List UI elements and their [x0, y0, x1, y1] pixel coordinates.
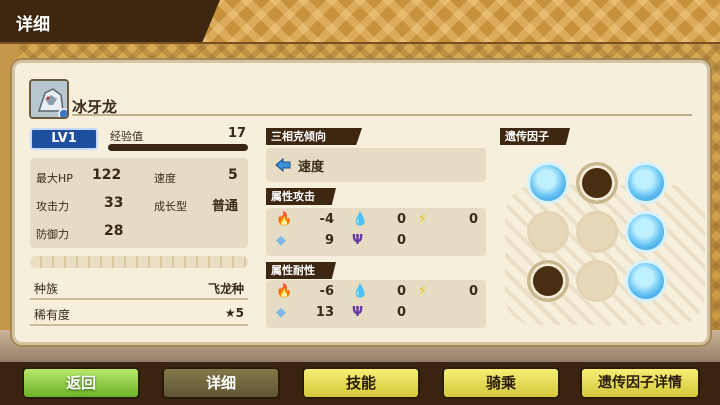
gene-header: 遗传因子 [500, 128, 570, 145]
ride-tab-button[interactable]: 骑乘 [442, 367, 560, 399]
rarity-label: 稀有度 [34, 308, 71, 322]
gene-slot-blue[interactable] [625, 211, 667, 253]
gene-slot-brown[interactable] [527, 260, 569, 302]
back-button[interactable]: 返回 [22, 367, 140, 399]
atk-label: 攻击力 [36, 200, 69, 213]
monster-avatar [29, 79, 69, 119]
gene-slot-empty[interactable] [576, 211, 618, 253]
def-value: 28 [104, 223, 124, 239]
speed-value: 5 [228, 167, 238, 183]
ice-icon: ◆ [276, 233, 286, 248]
resist-dragon: 0 [396, 305, 406, 320]
speed-label: 速度 [154, 172, 176, 185]
resist-fire: -6 [319, 284, 334, 299]
monster-portrait-icon [31, 81, 67, 117]
elem-attack-header: 属性攻击 [266, 188, 336, 205]
atk-value: 33 [104, 195, 124, 211]
detail-tab-button[interactable]: 详细 [162, 367, 280, 399]
skills-tab-button[interactable]: 技能 [302, 367, 420, 399]
race-value: 飞龙种 [207, 282, 244, 296]
thunder-icon: ⚡ [418, 212, 428, 227]
resist-water: 0 [396, 284, 406, 299]
gene-slot-brown[interactable] [576, 162, 618, 204]
gene-slot-blue[interactable] [625, 162, 667, 204]
tendency-header: 三相克倾向 [266, 128, 362, 145]
name-underline [72, 114, 692, 116]
gene-slot-empty[interactable] [576, 260, 618, 302]
attack-dragon: 0 [396, 233, 406, 248]
fire-icon: 🔥 [276, 284, 293, 299]
stats-divider [30, 256, 248, 268]
attack-fire: -4 [319, 212, 334, 227]
resist-thunder: 0 [468, 284, 478, 299]
fire-icon: 🔥 [276, 212, 293, 227]
gene-background-decoration [505, 185, 705, 325]
elem-attack-box: 🔥 -4 💧 0 ⚡ 0 ◆ 9 Ψ 0 [266, 208, 486, 256]
growth-label: 成长型 [154, 200, 187, 213]
ice-icon: ◆ [276, 305, 286, 320]
page-title: 详细 [16, 15, 50, 35]
elem-resist-box: 🔥 -6 💧 0 ⚡ 0 ◆ 13 Ψ 0 [266, 280, 486, 328]
exp-bar [108, 144, 248, 151]
speed-icon [275, 157, 291, 173]
exp-label: 经验值 [110, 130, 143, 143]
title-tab: 详细 [0, 0, 220, 42]
attack-thunder: 0 [468, 212, 478, 227]
water-icon: 💧 [352, 212, 369, 227]
hp-label: 最大HP [36, 172, 73, 185]
growth-value: 普通 [212, 199, 239, 214]
resist-ice: 13 [315, 305, 334, 320]
def-label: 防御力 [36, 228, 69, 241]
rarity-value: ★5 [224, 306, 244, 320]
race-row: 种族 飞龙种 [30, 278, 248, 300]
rarity-row: 稀有度 ★5 [30, 304, 248, 326]
gene-slot-blue[interactable] [625, 260, 667, 302]
exp-value: 17 [228, 126, 247, 141]
gene-slot-blue[interactable] [527, 162, 569, 204]
gene-detail-button[interactable]: 遗传因子详情 [580, 367, 700, 399]
hp-value: 122 [92, 167, 122, 183]
thunder-icon: ⚡ [418, 284, 428, 299]
dragon-icon: Ψ [352, 233, 364, 248]
race-label: 种族 [34, 282, 59, 296]
tendency-box: 速度 [266, 148, 486, 182]
water-icon: 💧 [352, 284, 369, 299]
stats-box: 最大HP 122 速度 5 攻击力 33 成长型 普通 防御力 28 [30, 158, 248, 248]
dragon-icon: Ψ [352, 305, 364, 320]
tendency-value: 速度 [298, 160, 325, 175]
attack-ice: 9 [324, 233, 334, 248]
gene-slot-empty[interactable] [527, 211, 569, 253]
attack-water: 0 [396, 212, 406, 227]
level-badge: LV1 [30, 128, 98, 150]
elem-resist-header: 属性耐性 [266, 262, 336, 279]
top-bar: 详细 [0, 0, 720, 44]
